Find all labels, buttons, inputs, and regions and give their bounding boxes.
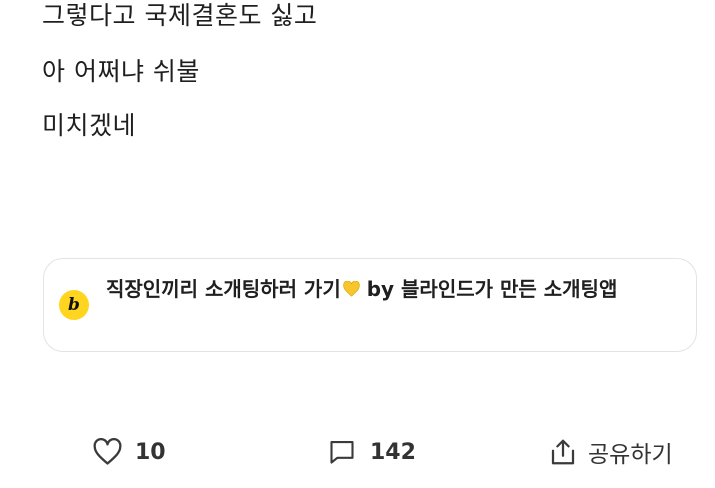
post-body-line-1: 그렇다고 국제결혼도 싫고	[42, 1, 318, 30]
share-label: 공유하기	[588, 442, 673, 468]
comment-bubble-icon	[328, 438, 356, 466]
ad-title-text: 직장인끼리 소개팅하러 가기	[106, 277, 341, 301]
post-body-line-2: 아 어쩌냐 쉬불	[42, 57, 200, 86]
ad-subtitle-text: by 블라인드가 만든 소개팅앱	[359, 277, 618, 301]
yellow-heart-icon	[343, 275, 360, 297]
comment-count: 142	[370, 439, 416, 465]
comment-button[interactable]: 142	[328, 435, 416, 469]
share-icon	[548, 437, 578, 467]
heart-outline-icon	[92, 438, 123, 466]
post-body-line-3: 미치겠네	[42, 111, 137, 140]
ad-banner-card[interactable]: b 직장인끼리 소개팅하러 가기 by 블라인드가 만든 소개팅앱	[43, 258, 697, 352]
like-button[interactable]: 10	[92, 435, 166, 469]
ad-banner-text: 직장인끼리 소개팅하러 가기 by 블라인드가 만든 소개팅앱	[106, 274, 666, 305]
blind-logo-icon: b	[59, 290, 89, 320]
like-count: 10	[135, 439, 166, 465]
share-button[interactable]: 공유하기	[548, 435, 673, 469]
